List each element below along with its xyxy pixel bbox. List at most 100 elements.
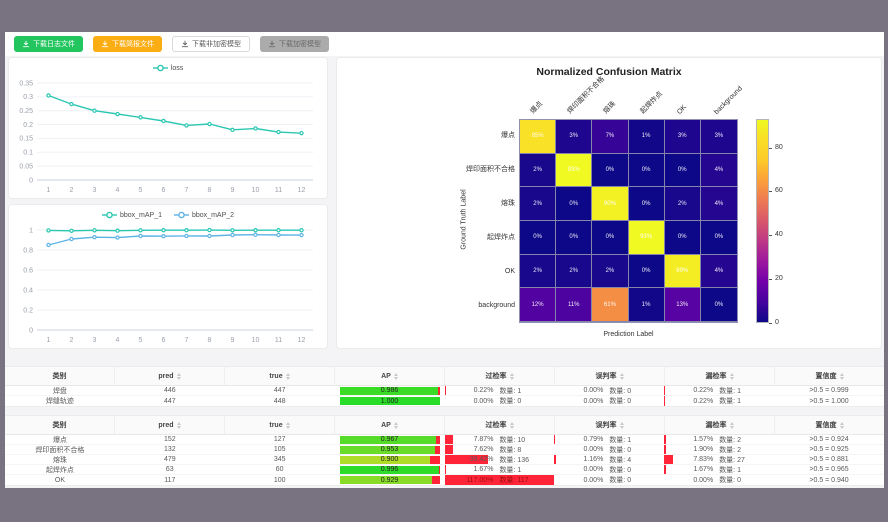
cm-row-label: OK (367, 255, 515, 289)
cm-cell-r1c2: 0% (592, 154, 628, 188)
sort-icon[interactable] (177, 422, 181, 429)
download-unencrypted-model-button[interactable]: 下载非加密模型 (172, 36, 250, 52)
ap-bar: 0.900 (340, 456, 440, 464)
sort-icon[interactable] (620, 373, 624, 380)
cell-misjudge-rate: 1.16%数量: 4 (554, 455, 664, 464)
svg-text:11: 11 (275, 187, 282, 194)
cm-cell-r3c1: 0% (556, 221, 592, 255)
sort-icon[interactable] (394, 373, 398, 380)
cm-cell-r0c5: 3% (701, 120, 737, 154)
legend-marker-icon (174, 211, 189, 219)
svg-text:6: 6 (162, 337, 166, 344)
cell-ap: 0.900 (335, 455, 445, 464)
rate-percent: 0.00% (573, 466, 603, 473)
cm-cell-r3c4: 0% (665, 221, 701, 255)
sort-icon[interactable] (286, 422, 290, 429)
sort-icon[interactable] (510, 373, 514, 380)
caret-up-icon (730, 373, 734, 376)
caret-up-icon (730, 422, 734, 425)
rate-percent: 0.79% (573, 436, 603, 443)
cell-pred: 152 (115, 435, 225, 444)
sort-icon[interactable] (177, 373, 181, 380)
svg-text:5: 5 (139, 187, 143, 194)
cell-true: 60 (225, 465, 335, 474)
column-header-置信度: 置信度 (775, 367, 884, 385)
toolbar: 下载日志文件下载简报文件下载非加密模型下载加密模型 (5, 32, 884, 56)
rate-text: 1.16%数量: 4 (554, 455, 664, 464)
rate-percent: 0.22% (463, 387, 493, 394)
column-header-AP: AP (335, 367, 445, 385)
cell-class-label: 熔珠 (5, 455, 115, 464)
cm-cell-r2c5: 4% (701, 187, 737, 221)
svg-text:0.15: 0.15 (19, 136, 33, 143)
legend-item-bbox_mAP_2[interactable]: bbox_mAP_2 (174, 211, 234, 219)
sort-icon[interactable] (730, 373, 734, 380)
cm-cell-r2c3: 0% (629, 187, 665, 221)
cell-ap: 0.986 (335, 386, 445, 395)
cm-cell-r2c2: 90% (592, 187, 628, 221)
cm-cell-r5c5: 0% (701, 288, 737, 322)
download-log-button[interactable]: 下载日志文件 (14, 36, 83, 52)
rate-count: 数量: 0 (609, 396, 645, 406)
rate-percent: 1.90% (683, 446, 713, 453)
legend-marker-icon (102, 211, 117, 219)
colorbar-tick-label: 60 (775, 187, 783, 194)
cell-ap: 0.967 (335, 435, 445, 444)
map-chart-legend: bbox_mAP_1 bbox_mAP_2 (9, 208, 327, 222)
column-header-漏检率: 漏检率 (665, 367, 775, 385)
loss-chart-card: loss 00.050.10.150.20.250.30.35123456789… (8, 57, 328, 199)
colorbar-tick-label: 0 (775, 319, 779, 326)
cm-col-label: 起焊炸点 (637, 89, 664, 116)
caret-up-icon (510, 373, 514, 376)
rate-text: 1.67%数量: 1 (445, 465, 555, 474)
cell-miss-rate: 0.00%数量: 0 (664, 475, 774, 485)
legend-item-loss[interactable]: loss (153, 64, 183, 72)
caret-down-icon (177, 377, 181, 380)
svg-text:0.25: 0.25 (19, 108, 33, 115)
sort-icon[interactable] (510, 422, 514, 429)
cm-cell-r1c5: 4% (701, 154, 737, 188)
caret-up-icon (286, 373, 290, 376)
cm-cell-r2c0: 2% (520, 187, 556, 221)
sort-icon[interactable] (840, 422, 844, 429)
sort-icon[interactable] (394, 422, 398, 429)
sort-icon[interactable] (840, 373, 844, 380)
caret-up-icon (840, 373, 844, 376)
rate-text: 0.00%数量: 0 (554, 465, 664, 474)
caret-up-icon (177, 373, 181, 376)
ap-bar: 0.996 (340, 466, 440, 474)
rate-percent: 39.42% (463, 456, 493, 463)
sort-icon[interactable] (730, 422, 734, 429)
caret-down-icon (394, 377, 398, 380)
rate-text: 0.00%数量: 0 (554, 396, 664, 406)
rate-count: 数量: 1 (499, 465, 535, 474)
caret-up-icon (177, 422, 181, 425)
cm-cell-r0c4: 3% (665, 120, 701, 154)
colorbar-tick-label: 20 (775, 275, 783, 282)
legend-label-bbox_mAP_1: bbox_mAP_1 (120, 212, 162, 219)
download-encrypted-model-button[interactable]: 下载加密模型 (260, 36, 329, 52)
download-icon (181, 40, 189, 48)
rate-count: 数量: 0 (499, 396, 535, 406)
column-header-label: 置信度 (816, 420, 837, 430)
legend-item-bbox_mAP_1[interactable]: bbox_mAP_1 (102, 211, 162, 219)
column-header-label: 置信度 (816, 371, 837, 381)
confusion-matrix-xlabel: Prediction Label (519, 331, 738, 338)
cm-cell-r5c2: 61% (592, 288, 628, 322)
cell-pred: 479 (115, 455, 225, 464)
cell-misjudge-rate: 0.00%数量: 0 (554, 465, 664, 474)
rate-text: 39.42%数量: 136 (445, 455, 555, 464)
rate-percent: 0.22% (683, 387, 713, 394)
cell-miss-rate: 1.67%数量: 1 (664, 465, 774, 474)
sort-icon[interactable] (620, 422, 624, 429)
cell-true: 100 (225, 475, 335, 485)
cell-true: 105 (225, 445, 335, 454)
download-report-button[interactable]: 下载简报文件 (93, 36, 162, 52)
svg-text:7: 7 (185, 187, 189, 194)
column-header-label: pred (158, 422, 173, 429)
legend-label-bbox_mAP_2: bbox_mAP_2 (192, 212, 234, 219)
sort-icon[interactable] (286, 373, 290, 380)
svg-text:0.8: 0.8 (23, 247, 33, 254)
confusion-matrix-column-labels: 爆点焊印面积不合格熔珠起焊炸点OKbackground (519, 58, 759, 119)
rate-count: 数量: 27 (719, 455, 755, 464)
